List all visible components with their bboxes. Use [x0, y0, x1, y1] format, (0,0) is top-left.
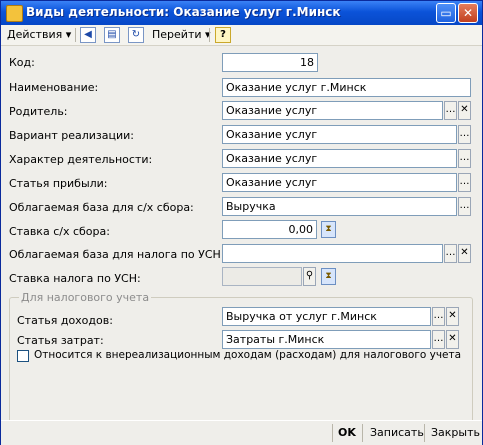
refresh-icon[interactable]: ↻: [128, 27, 144, 43]
activity-select-button[interactable]: …: [458, 149, 471, 168]
name-label: Наименование:: [9, 81, 99, 94]
window-title: Виды деятельности: Оказание услуг г.Минс…: [26, 5, 341, 19]
nonop-label: Относится к внереализационным доходам (р…: [34, 349, 462, 361]
parent-select-button[interactable]: …: [444, 101, 457, 120]
expense-clear-button[interactable]: ✕: [446, 330, 459, 349]
activity-label: Характер деятельности:: [9, 153, 153, 166]
history-icon[interactable]: ⧗: [321, 221, 336, 238]
parent-clear-button[interactable]: ✕: [458, 101, 471, 120]
base-usn-clear-button[interactable]: ✕: [458, 244, 471, 263]
ok-button[interactable]: OK: [338, 425, 356, 441]
base-usn-input[interactable]: [222, 244, 443, 263]
close-window-button[interactable]: ✕: [458, 3, 478, 23]
dropdown-arrow-icon: ▾: [65, 28, 72, 41]
profit-label: Статья прибыли:: [9, 177, 108, 190]
expense-select-button[interactable]: …: [432, 330, 445, 349]
base-usn-select-button[interactable]: …: [444, 244, 457, 263]
rate-agri-label: Ставка с/х сбора:: [9, 225, 110, 238]
goto-label: Перейти: [152, 28, 202, 41]
go-back-icon[interactable]: ◀: [80, 27, 96, 43]
profit-select-button[interactable]: …: [458, 173, 471, 192]
title-bar[interactable]: Виды деятельности: Оказание услуг г.Минс…: [1, 1, 482, 25]
document-icon[interactable]: ▤: [104, 27, 120, 43]
realization-label: Вариант реализации:: [9, 129, 135, 142]
toolbar-separator: [209, 28, 210, 42]
code-input[interactable]: 18: [222, 53, 318, 72]
income-select-button[interactable]: …: [432, 307, 445, 326]
toolbar: Действия ▾ ◀ ▤ ↻ Перейти ▾ ?: [1, 25, 482, 46]
base-agri-select-button[interactable]: …: [458, 197, 471, 216]
app-icon: [6, 5, 23, 22]
toolbar-separator: [75, 28, 76, 42]
goto-menu[interactable]: Перейти ▾: [152, 26, 211, 44]
footer-separator: [362, 424, 363, 442]
footer-bar: OK Записать Закрыть: [1, 420, 482, 445]
base-usn-label: Облагаемая база для налога по УСН:: [9, 248, 225, 261]
realization-input[interactable]: Оказание услуг: [222, 125, 457, 144]
income-label: Статья доходов:: [17, 314, 113, 327]
name-input[interactable]: Оказание услуг г.Минск: [222, 78, 471, 97]
activity-input[interactable]: Оказание услуг: [222, 149, 457, 168]
actions-menu[interactable]: Действия ▾: [7, 26, 71, 44]
tax-group-title: Для налогового учета: [19, 291, 152, 304]
rate-usn-input: [222, 267, 302, 286]
actions-label: Действия: [7, 28, 63, 41]
income-input[interactable]: Выручка от услуг г.Минск: [222, 307, 431, 326]
base-agri-input[interactable]: Выручка: [222, 197, 457, 216]
expense-label: Статья затрат:: [17, 334, 104, 347]
base-agri-label: Облагаемая база для с/х сбора:: [9, 201, 194, 214]
expense-input[interactable]: Затраты г.Минск: [222, 330, 431, 349]
footer-separator: [424, 424, 425, 442]
footer-separator: [332, 424, 333, 442]
rate-usn-label: Ставка налога по УСН:: [9, 272, 141, 285]
save-button[interactable]: Записать: [370, 425, 424, 441]
restore-button[interactable]: ▭: [436, 3, 456, 23]
nonop-checkbox[interactable]: [17, 350, 29, 362]
search-icon[interactable]: ⚲: [303, 267, 316, 286]
profit-input[interactable]: Оказание услуг: [222, 173, 457, 192]
history-icon[interactable]: ⧗: [321, 268, 336, 285]
help-icon[interactable]: ?: [215, 27, 231, 43]
rate-agri-input[interactable]: 0,00: [222, 220, 317, 239]
form-window: Виды деятельности: Оказание услуг г.Минс…: [0, 0, 483, 445]
close-button[interactable]: Закрыть: [431, 425, 480, 441]
code-label: Код:: [9, 56, 35, 69]
parent-label: Родитель:: [9, 105, 68, 118]
realization-select-button[interactable]: …: [458, 125, 471, 144]
parent-input[interactable]: Оказание услуг: [222, 101, 443, 120]
income-clear-button[interactable]: ✕: [446, 307, 459, 326]
